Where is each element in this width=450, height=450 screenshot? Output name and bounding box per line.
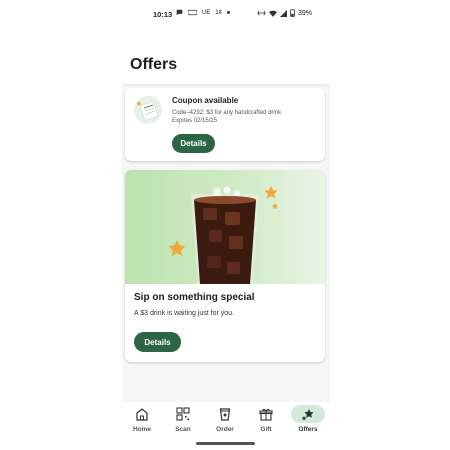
nav-label-scan: Scan bbox=[175, 426, 191, 433]
promo-banner-image bbox=[125, 170, 325, 284]
gift-icon bbox=[259, 408, 273, 421]
dot-icon bbox=[227, 11, 231, 14]
bottom-navigation: Home Scan Order Gift Offers bbox=[122, 402, 330, 436]
nav-item-order[interactable]: Order bbox=[205, 402, 245, 436]
promo-subtitle: A $3 drink is waiting just for you. bbox=[134, 310, 234, 317]
promo-title: Sip on something special bbox=[134, 292, 255, 303]
status-time: 10:13 bbox=[153, 10, 173, 19]
signal-icon bbox=[279, 9, 287, 17]
nav-label-gift: Gift bbox=[260, 426, 272, 433]
nav-item-home[interactable]: Home bbox=[122, 402, 162, 436]
qr-icon bbox=[176, 407, 190, 421]
sim-icon bbox=[188, 9, 197, 16]
coupon-title: Coupon available bbox=[172, 96, 239, 105]
link-icon bbox=[257, 10, 266, 16]
nav-item-offers[interactable]: Offers bbox=[288, 402, 328, 436]
nav-label-home: Home bbox=[132, 426, 152, 433]
status-right-icons: 39% bbox=[257, 9, 312, 17]
wifi-icon bbox=[268, 10, 277, 17]
coupon-card[interactable]: Coupon available Code–4292: $3 for any h… bbox=[125, 88, 325, 161]
phone-screen: 10:13 UE 1¢ 39% Offers Coupon available … bbox=[122, 0, 330, 450]
coupon-details-button[interactable]: Details bbox=[172, 134, 215, 153]
promo-card[interactable]: Sip on something special A $3 drink is w… bbox=[125, 170, 325, 362]
status-bar: 10:13 UE 1¢ 39% bbox=[122, 0, 330, 26]
promo-details-button[interactable]: Details bbox=[134, 332, 181, 352]
status-left-icons: UE 1¢ bbox=[176, 9, 231, 16]
cup-icon bbox=[219, 408, 231, 421]
home-icon bbox=[136, 408, 148, 421]
nav-label-offers: Offers bbox=[298, 426, 318, 433]
battery-percent: 39% bbox=[297, 9, 312, 17]
nav-item-scan[interactable]: Scan bbox=[163, 402, 203, 436]
page-title: Offers bbox=[130, 56, 178, 73]
nav-item-gift[interactable]: Gift bbox=[246, 402, 286, 436]
coupon-expiry: Expires 02/15/25 bbox=[172, 118, 218, 124]
battery-icon bbox=[290, 9, 295, 17]
stars-icon bbox=[301, 409, 314, 421]
gesture-home-bar[interactable] bbox=[196, 442, 255, 445]
ue-icon: UE bbox=[202, 9, 211, 16]
coupon-illustration-icon bbox=[134, 96, 162, 124]
coupon-code: Code–4292: $3 for any handcrafted drink bbox=[172, 110, 282, 116]
temp-icon: 1¢ bbox=[215, 9, 223, 16]
chat-icon bbox=[176, 9, 183, 16]
nav-label-order: Order bbox=[216, 426, 234, 433]
